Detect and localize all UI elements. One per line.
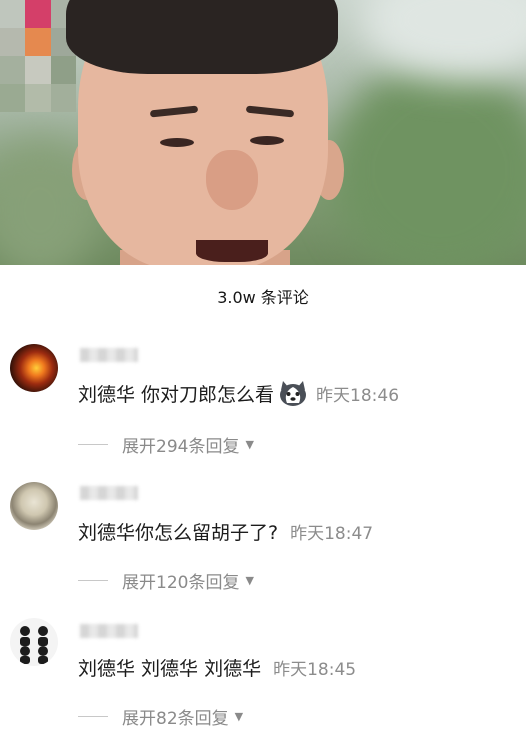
expand-replies-button[interactable]: 展开82条回复 ▼: [78, 704, 243, 729]
comment-count-title: 3.0w 条评论: [217, 288, 309, 307]
husky-dog-emoji-icon: [278, 378, 308, 408]
person-hair: [66, 0, 338, 74]
person-eye-right: [250, 136, 284, 145]
divider-dash: [78, 444, 108, 445]
person-nose: [206, 150, 258, 210]
person-mouth: [196, 240, 268, 262]
comment-text: 刘德华 你对刀郎怎么看: [78, 383, 275, 406]
expand-replies-label: 展开82条回复: [122, 709, 229, 729]
background-foliage: [330, 60, 526, 265]
expand-replies-label: 展开294条回复: [122, 437, 240, 457]
expand-replies-button[interactable]: 展开294条回复 ▼: [78, 432, 254, 457]
comment-text: 刘德华 刘德华 刘德华: [78, 658, 262, 680]
video-player[interactable]: [0, 0, 526, 265]
mosaic-censor: [0, 0, 76, 112]
divider-dash: [78, 716, 108, 717]
comment-text-row: 刘德华 刘德华 刘德华 昨天18:45: [78, 654, 356, 681]
comment-time: 昨天18:46: [316, 385, 400, 406]
username-blurred[interactable]: [80, 348, 138, 362]
chevron-down-icon: ▼: [234, 710, 244, 723]
comment-time: 昨天18:45: [273, 660, 357, 680]
expand-replies-button[interactable]: 展开120条回复 ▼: [78, 568, 254, 593]
username-blurred[interactable]: [80, 486, 138, 500]
expand-replies-label: 展开120条回复: [122, 573, 240, 593]
comment-text: 刘德华你怎么留胡子了?: [78, 522, 279, 544]
divider-dash: [78, 580, 108, 581]
comment-text-row: 刘德华 你对刀郎怎么看 昨天18:46: [78, 378, 399, 408]
comment-text-row: 刘德华你怎么留胡子了? 昨天18:47: [78, 518, 373, 545]
person-eye-left: [160, 138, 194, 147]
chevron-down-icon: ▼: [245, 438, 254, 451]
avatar[interactable]: [10, 618, 58, 666]
avatar[interactable]: [10, 344, 58, 392]
avatar[interactable]: [10, 482, 58, 530]
comment-time: 昨天18:47: [290, 524, 374, 544]
chevron-down-icon: ▼: [245, 574, 254, 587]
username-blurred[interactable]: [80, 624, 138, 638]
background-sky: [360, 0, 526, 80]
